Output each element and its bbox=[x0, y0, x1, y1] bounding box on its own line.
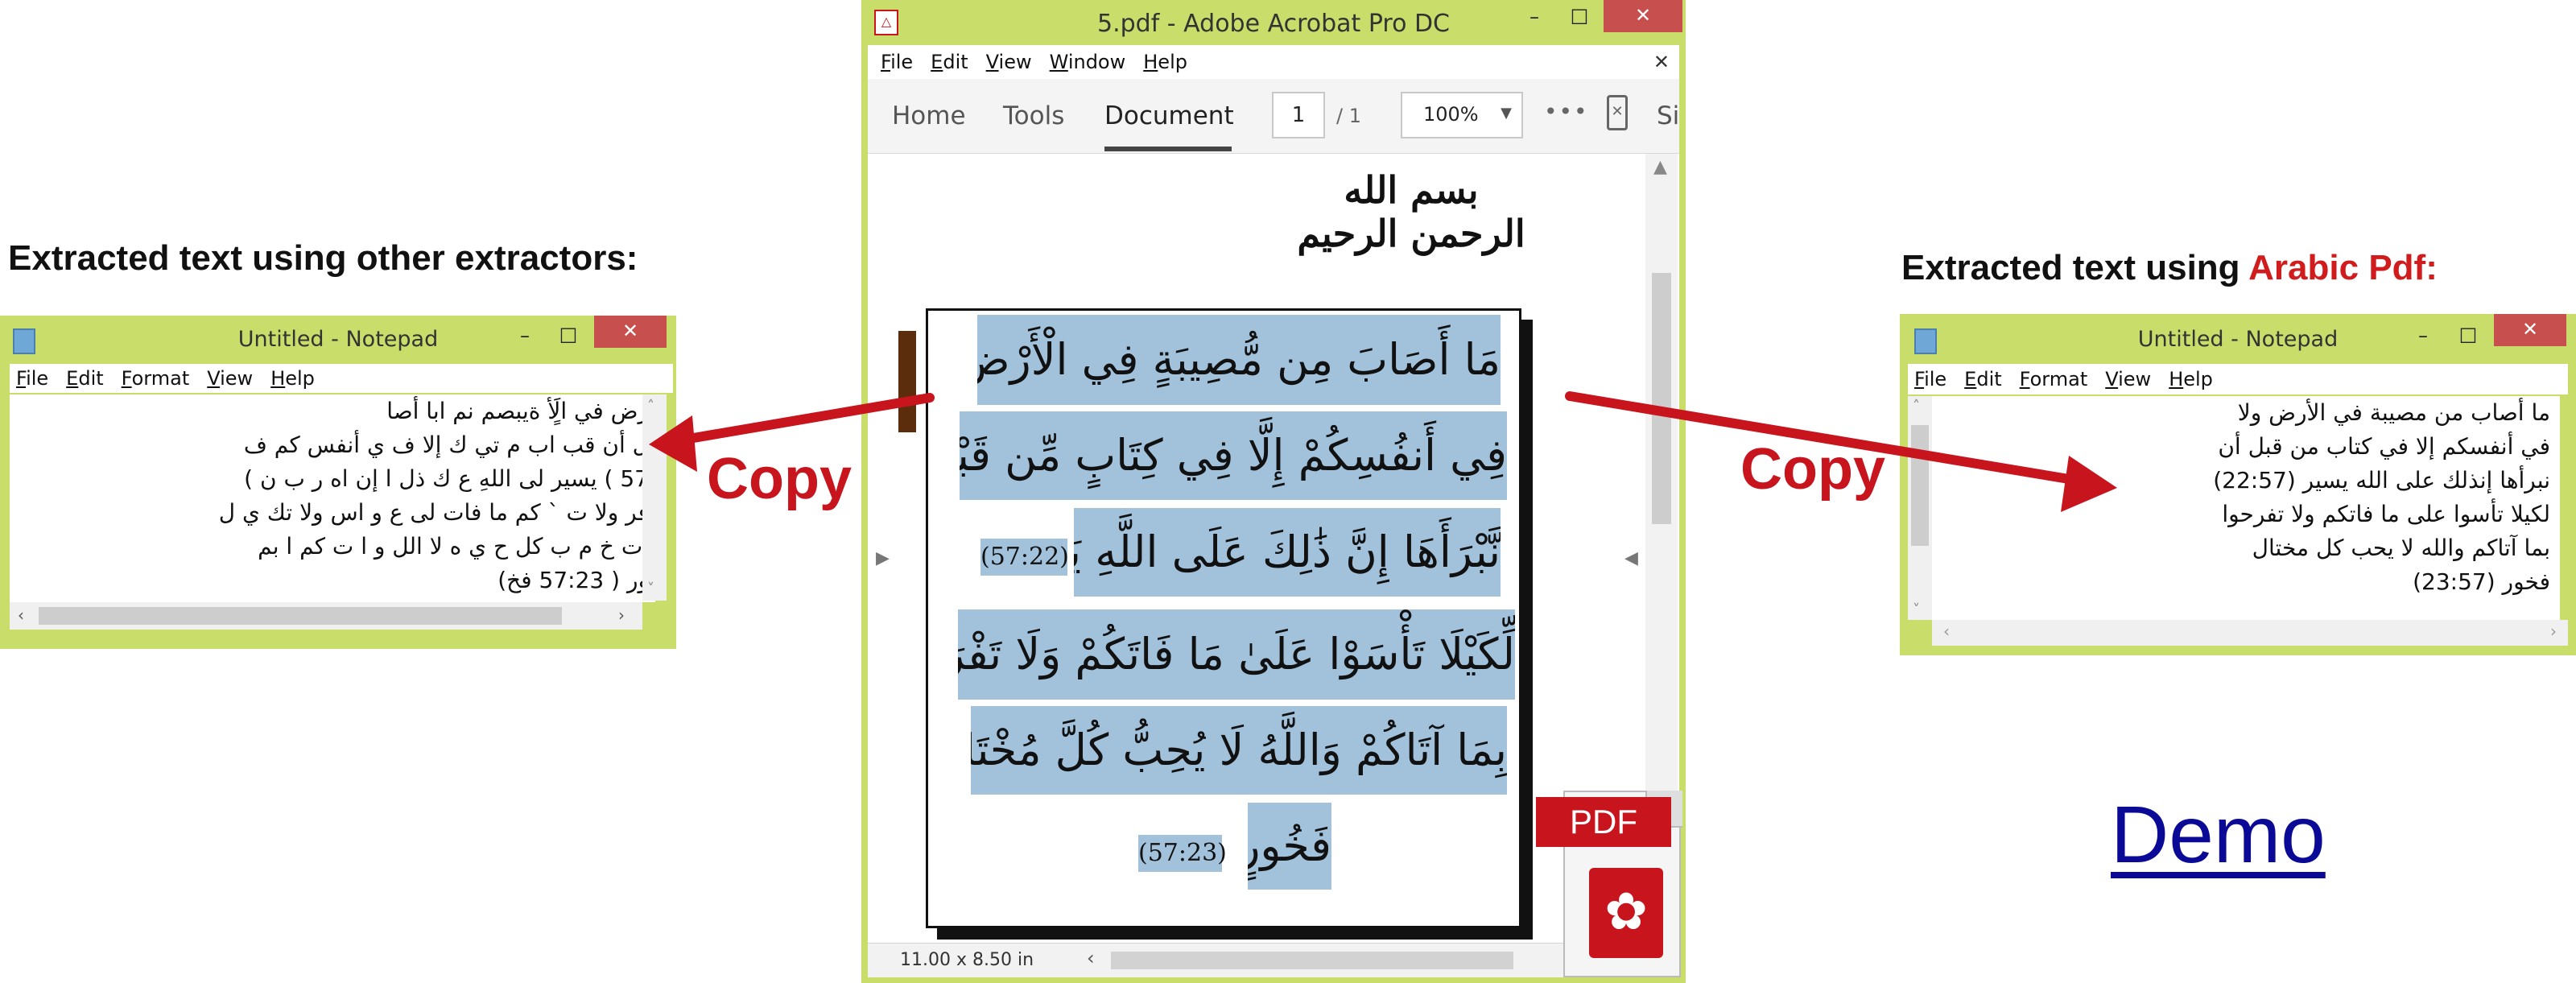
right-copy-label: Copy bbox=[1740, 437, 1885, 502]
demo-link[interactable]: Demo bbox=[2111, 789, 2326, 882]
left-copy-label: Copy bbox=[707, 447, 852, 511]
